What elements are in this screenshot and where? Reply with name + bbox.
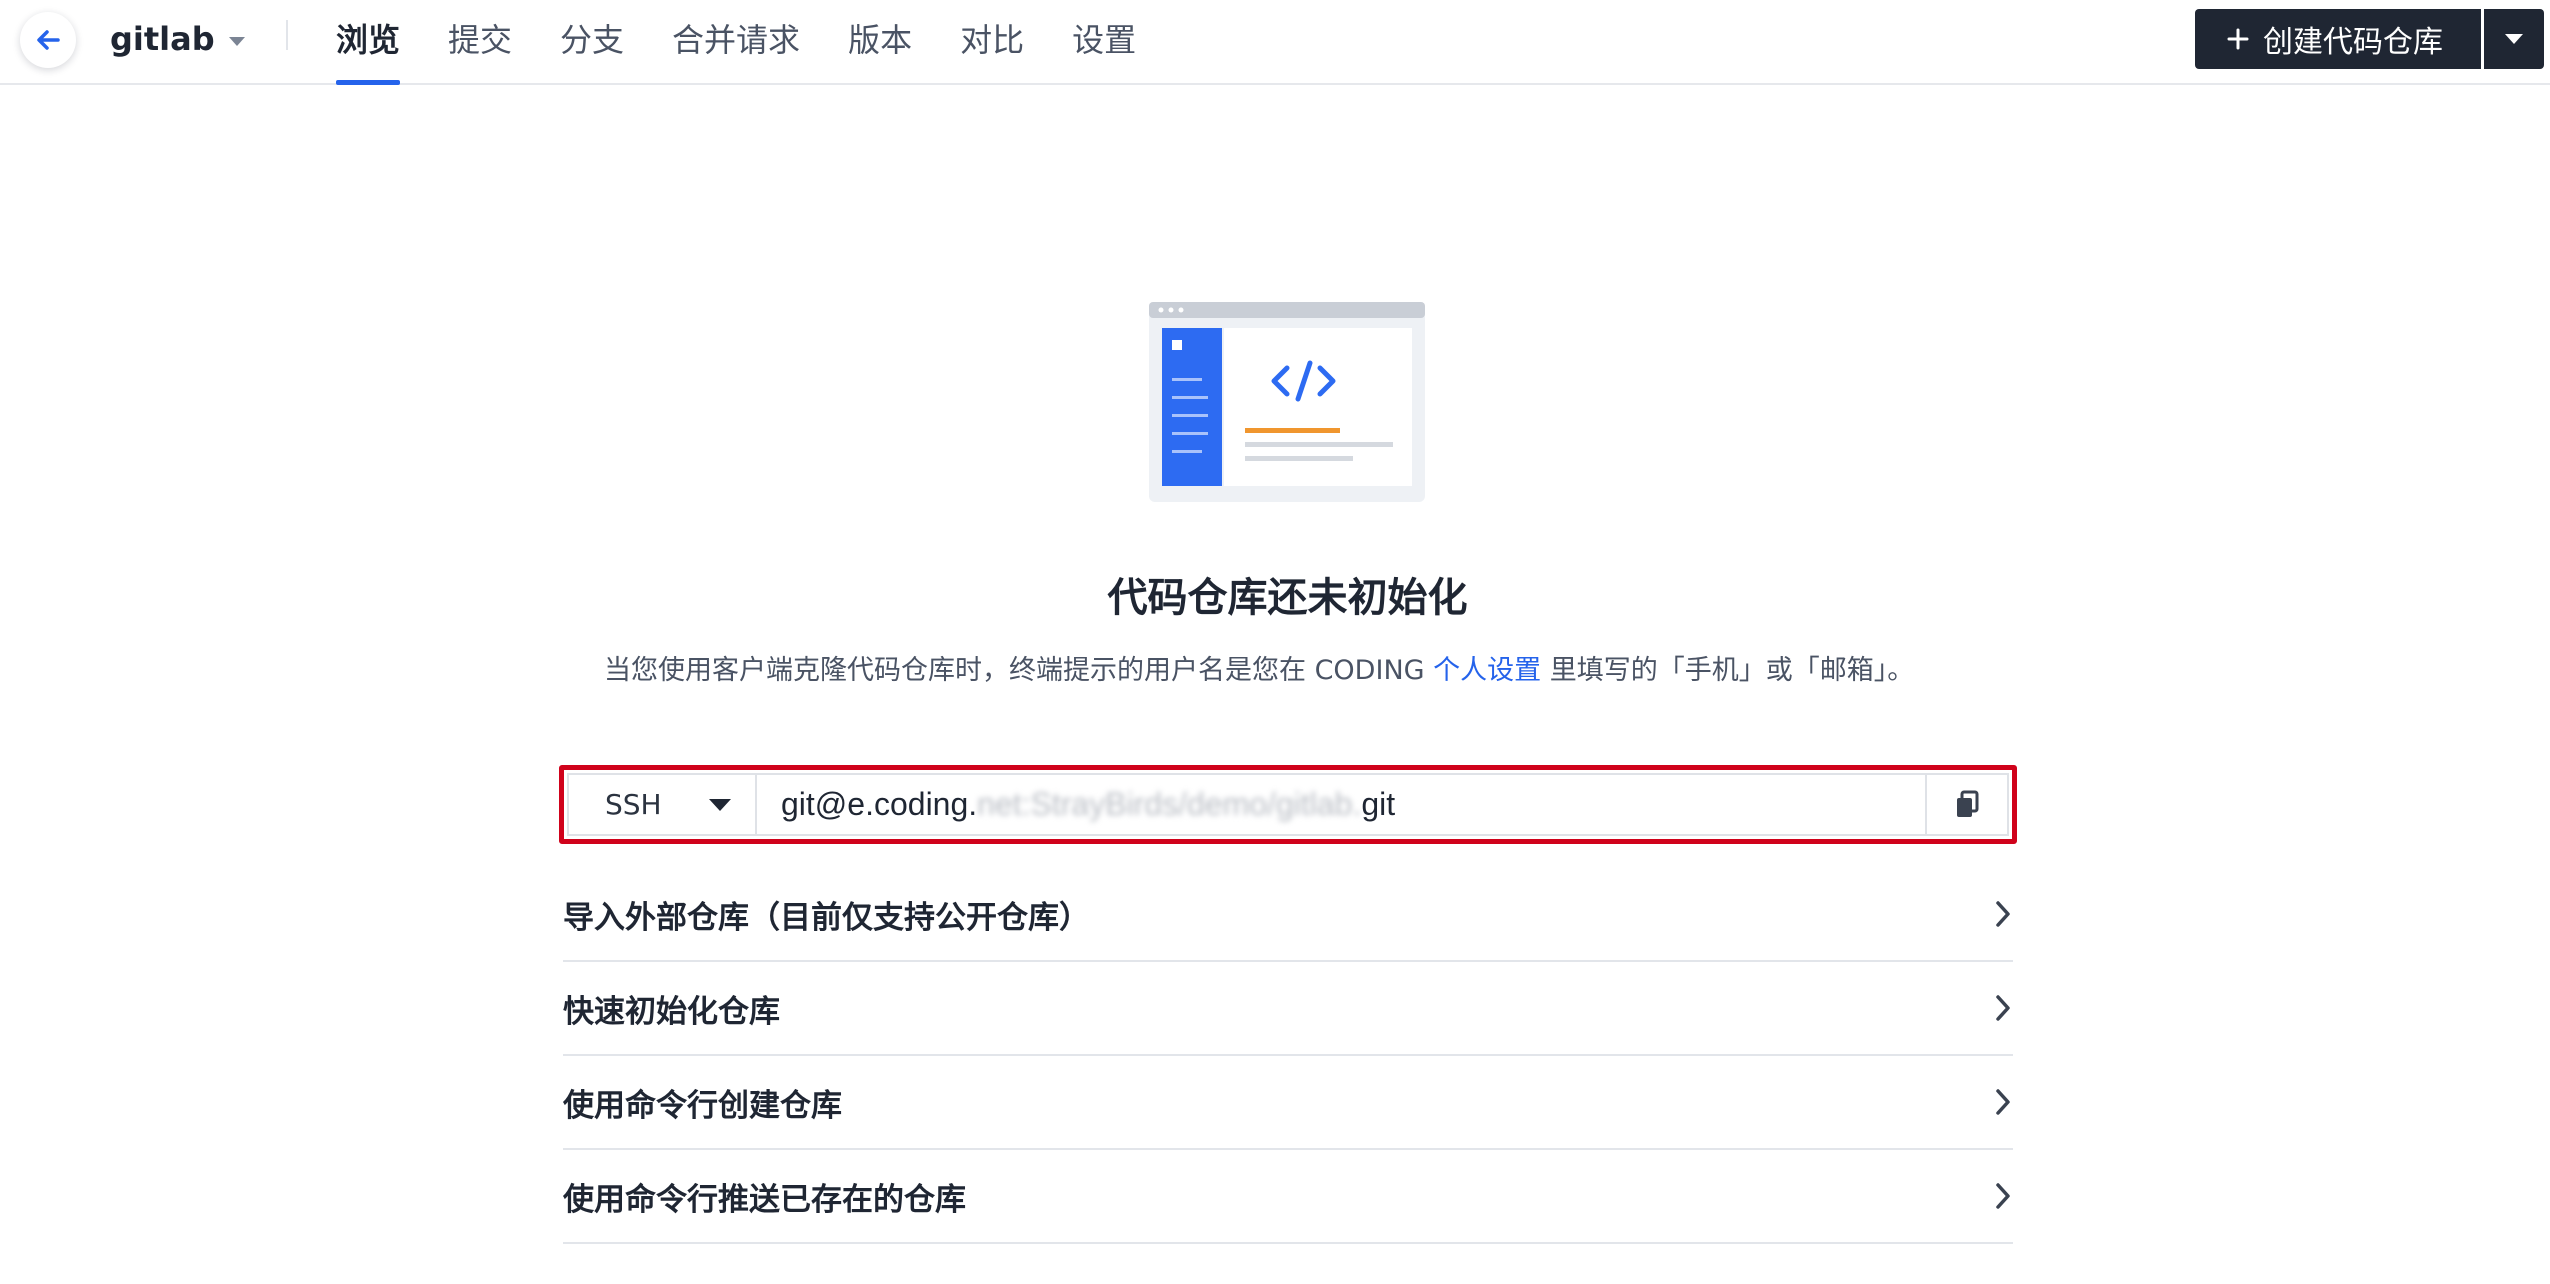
option-quick-init[interactable]: 快速初始化仓库 bbox=[563, 962, 2013, 1056]
clone-url-prefix: git@e.coding. bbox=[781, 786, 978, 822]
option-import-external[interactable]: 导入外部仓库（目前仅支持公开仓库） bbox=[563, 868, 2013, 962]
empty-state-title: 代码仓库还未初始化 bbox=[1107, 575, 1468, 621]
protocol-value: SSH bbox=[605, 788, 662, 821]
clone-url-redacted: net:StrayBirds/demo/gitlab. bbox=[977, 786, 1362, 822]
clone-url-suffix: git bbox=[1361, 786, 1396, 822]
option-label: 快速初始化仓库 bbox=[563, 993, 780, 1030]
protocol-select[interactable]: SSH bbox=[569, 775, 757, 834]
chevron-right-icon bbox=[1996, 995, 2010, 1021]
option-label: 使用命令行创建仓库 bbox=[563, 1087, 842, 1124]
description-text-end: 里填写的「手机」或「邮箱」。 bbox=[1541, 655, 1915, 686]
create-repo-button[interactable]: 创建代码仓库 bbox=[2195, 9, 2481, 69]
repo-tabs: 浏览 提交 分支 合并请求 版本 对比 设置 bbox=[336, 0, 1136, 85]
description-text: 当您使用客户端克隆代码仓库时，终端提示的用户名是您在 CODING bbox=[604, 655, 1434, 686]
chevron-down-icon bbox=[709, 798, 731, 811]
plus-icon bbox=[2227, 28, 2249, 50]
tab-merge-requests[interactable]: 合并请求 bbox=[672, 0, 800, 85]
clone-url-box: SSH git@e.coding. net:StrayBirds/demo/git… bbox=[567, 773, 2009, 836]
option-label: 使用命令行推送已存在的仓库 bbox=[563, 1181, 966, 1218]
create-repo-label: 创建代码仓库 bbox=[2263, 25, 2443, 60]
empty-repo-illustration bbox=[1149, 302, 1425, 502]
personal-settings-link[interactable]: 个人设置 bbox=[1433, 655, 1541, 686]
copy-icon bbox=[1957, 790, 1979, 817]
chevron-right-icon bbox=[1996, 901, 2010, 927]
option-label: 导入外部仓库（目前仅支持公开仓库） bbox=[563, 899, 1090, 936]
tab-browse[interactable]: 浏览 bbox=[336, 0, 401, 85]
chevron-down-icon bbox=[2505, 34, 2523, 44]
nav-divider bbox=[286, 20, 288, 50]
create-repo-group: 创建代码仓库 bbox=[2195, 9, 2544, 69]
empty-state-description: 当您使用客户端克隆代码仓库时，终端提示的用户名是您在 CODING 个人设置 里… bbox=[604, 648, 1914, 687]
back-arrow-icon bbox=[37, 30, 60, 50]
top-navigation-bar: gitlab 浏览 提交 分支 合并请求 版本 对比 设置 创建代码仓库 bbox=[0, 0, 2550, 85]
tab-releases[interactable]: 版本 bbox=[848, 0, 912, 85]
back-button[interactable] bbox=[20, 12, 76, 68]
repo-switcher[interactable]: gitlab bbox=[110, 20, 245, 58]
option-cli-create[interactable]: 使用命令行创建仓库 bbox=[563, 1056, 2013, 1150]
tab-settings[interactable]: 设置 bbox=[1072, 0, 1136, 85]
chevron-right-icon bbox=[1996, 1089, 2010, 1115]
tab-branches[interactable]: 分支 bbox=[560, 0, 624, 85]
copy-button[interactable] bbox=[1925, 775, 2007, 834]
tab-compare[interactable]: 对比 bbox=[960, 0, 1024, 85]
chevron-right-icon bbox=[1996, 1183, 2010, 1209]
init-options-list: 导入外部仓库（目前仅支持公开仓库） 快速初始化仓库 使用命令行创建仓库 使用命令… bbox=[563, 868, 2013, 1244]
option-cli-push-existing[interactable]: 使用命令行推送已存在的仓库 bbox=[563, 1150, 2013, 1244]
create-repo-dropdown-button[interactable] bbox=[2484, 9, 2544, 69]
clone-url-field[interactable]: git@e.coding. net:StrayBirds/demo/gitlab.… bbox=[757, 775, 1925, 834]
tab-commits[interactable]: 提交 bbox=[448, 0, 512, 85]
repo-name: gitlab bbox=[110, 20, 215, 58]
chevron-down-icon bbox=[228, 36, 245, 46]
